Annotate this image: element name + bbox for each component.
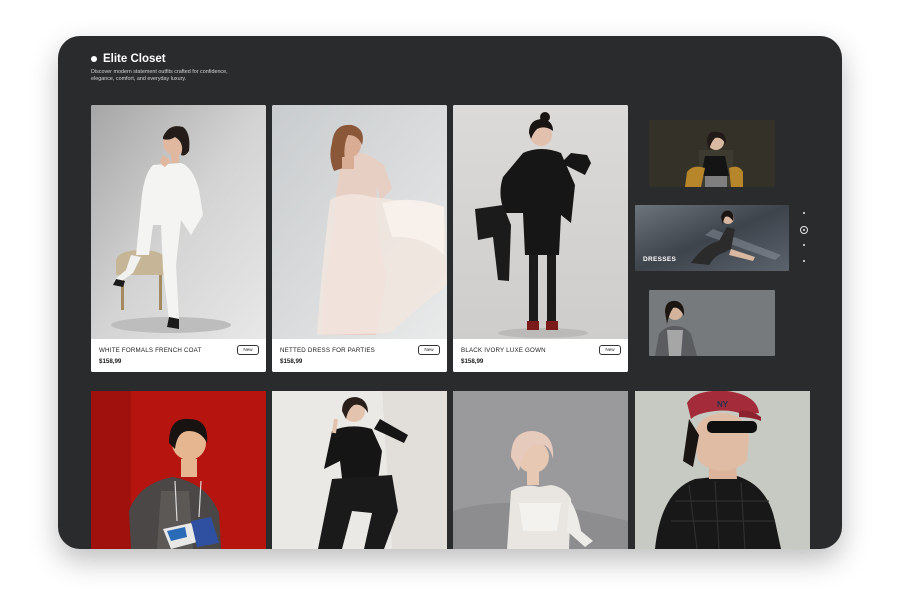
product-info: NETTED DRESS FOR PARTIES New $158,99 [272,339,447,372]
product-tile-lace-look[interactable] [453,391,628,549]
brand: Elite Closet [91,53,166,65]
carousel-dot[interactable] [803,260,805,262]
product-tile-black-suit[interactable] [272,391,447,549]
product-card[interactable]: NETTED DRESS FOR PARTIES New $158,99 [272,105,447,372]
product-photo-white-coat[interactable] [91,105,266,339]
new-badge: New [418,345,440,355]
product-card[interactable]: BLACK IVORY LUXE GOWN New $158,99 [453,105,628,372]
product-tile-leather-jacket[interactable]: NY [635,391,810,549]
product-price: $158,99 [461,358,484,365]
product-card[interactable]: WHITE FORMALS FRENCH COAT New $158,99 [91,105,266,372]
product-photo-black-gown[interactable] [453,105,628,339]
new-badge: New [599,345,621,355]
product-title: BLACK IVORY LUXE GOWN [461,347,546,354]
product-photo-netted-dress[interactable] [272,105,447,339]
brand-dot-icon [91,56,97,62]
product-info: WHITE FORMALS FRENCH COAT New $158,99 [91,339,266,372]
carousel-dot-active[interactable] [800,226,808,234]
product-price: $158,99 [99,358,122,365]
svg-text:NY: NY [717,400,729,409]
product-title: NETTED DRESS FOR PARTIES [280,347,375,354]
carousel-active-slide[interactable]: DRESSES [635,205,789,271]
carousel-label: DRESSES [643,256,677,263]
product-info: BLACK IVORY LUXE GOWN New $158,99 [453,339,628,372]
app-window: Elite Closet Discover modern statement o… [58,36,842,549]
new-badge: New [237,345,259,355]
product-title: WHITE FORMALS FRENCH COAT [99,347,202,354]
carousel-pagination [799,210,809,266]
brand-tagline: Discover modern statement outfits crafte… [91,69,228,82]
carousel-dot[interactable] [803,212,805,214]
carousel-thumb-top[interactable] [649,120,775,187]
brand-name: Elite Closet [103,53,166,65]
carousel-dot[interactable] [803,244,805,246]
product-tile-red-look[interactable] [91,391,266,549]
product-price: $158,99 [280,358,303,365]
carousel-thumb-bottom[interactable] [649,290,775,356]
